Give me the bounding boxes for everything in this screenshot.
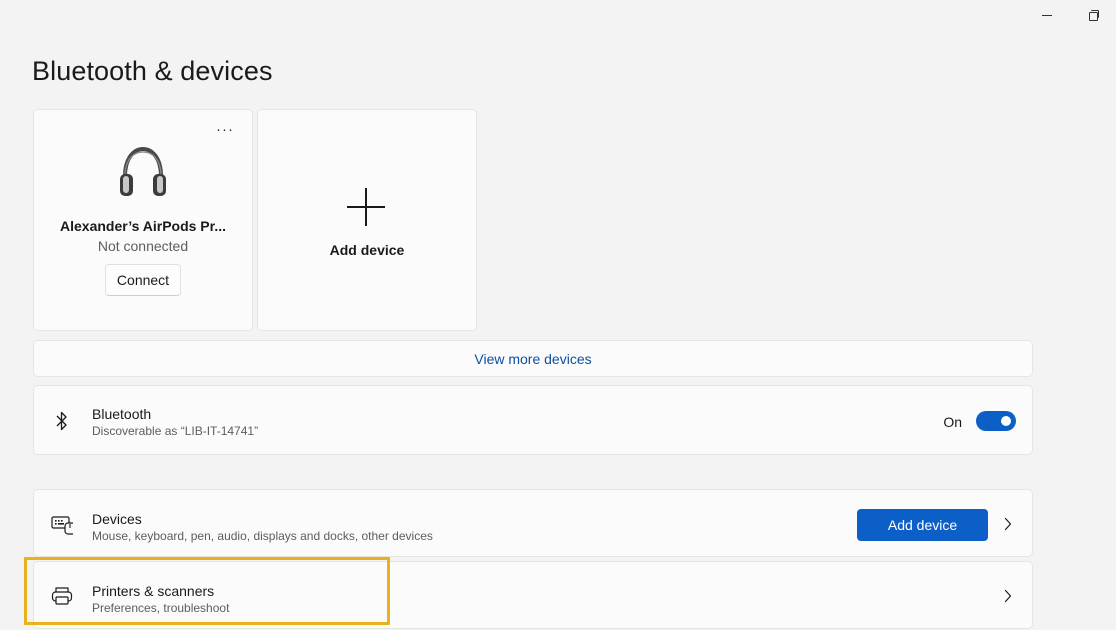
device-name: Alexander’s AirPods Pr... xyxy=(60,218,226,234)
add-device-tile-label: Add device xyxy=(329,242,405,258)
connect-button[interactable]: Connect xyxy=(105,264,181,296)
restore-icon xyxy=(1088,9,1099,21)
chevron-right-icon xyxy=(1004,517,1012,531)
bluetooth-toggle[interactable] xyxy=(976,411,1016,431)
device-tile-airpods[interactable]: ··· Alexander’s AirPods Pr... Not connec… xyxy=(33,109,253,331)
printers-scanners-row[interactable]: Printers & scanners Preferences, trouble… xyxy=(33,561,1033,629)
page-title: Bluetooth & devices xyxy=(32,56,273,86)
bluetooth-toggle-state: On xyxy=(943,414,962,430)
devices-icon xyxy=(50,513,74,537)
bluetooth-subtitle: Discoverable as “LIB-IT-14741” xyxy=(92,424,259,438)
plus-icon xyxy=(347,188,385,226)
bluetooth-row: Bluetooth Discoverable as “LIB-IT-14741”… xyxy=(33,385,1033,455)
chevron-right-icon xyxy=(1004,589,1012,603)
bluetooth-title: Bluetooth xyxy=(92,406,152,422)
printers-subtitle: Preferences, troubleshoot xyxy=(92,601,230,615)
devices-subtitle: Mouse, keyboard, pen, audio, displays an… xyxy=(92,529,433,543)
add-device-button[interactable]: Add device xyxy=(857,509,988,541)
printer-icon xyxy=(50,584,74,608)
devices-title: Devices xyxy=(92,511,142,527)
toggle-knob xyxy=(1001,416,1011,426)
restore-button[interactable] xyxy=(1070,0,1116,30)
view-more-devices-link[interactable]: View more devices xyxy=(33,340,1033,377)
headphones-icon xyxy=(120,146,166,196)
device-status: Not connected xyxy=(97,238,189,254)
window-controls xyxy=(1024,0,1116,30)
minimize-icon xyxy=(1042,14,1052,16)
bluetooth-icon xyxy=(50,409,74,433)
devices-row[interactable]: Devices Mouse, keyboard, pen, audio, dis… xyxy=(33,489,1033,557)
add-device-tile[interactable]: Add device xyxy=(257,109,477,331)
more-options-button[interactable]: ··· xyxy=(216,120,234,140)
minimize-button[interactable] xyxy=(1024,0,1070,30)
printers-title: Printers & scanners xyxy=(92,583,215,599)
